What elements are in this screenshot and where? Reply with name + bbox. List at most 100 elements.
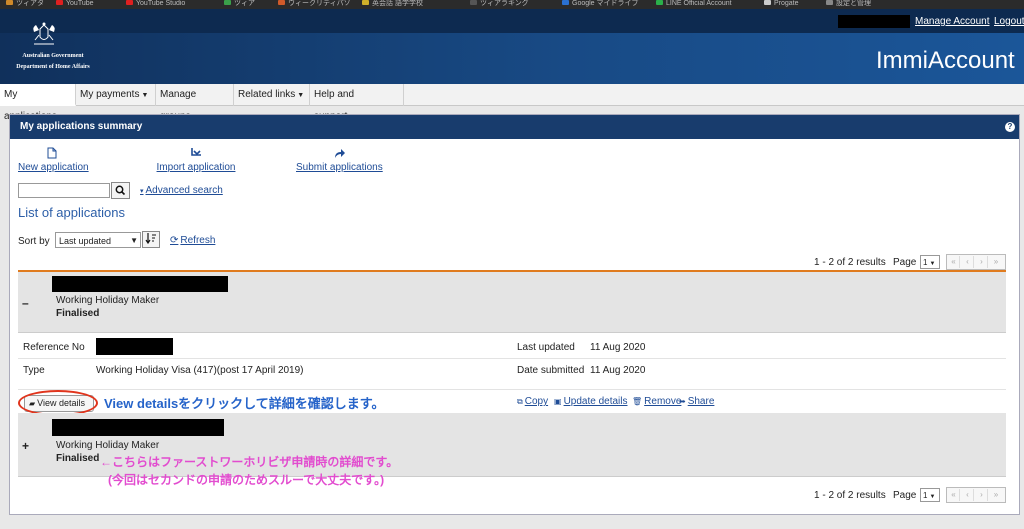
help-icon[interactable]: ? [1005,122,1015,132]
id-card-icon: ▣ [554,397,562,406]
first-page-icon[interactable]: « [948,489,960,501]
logout-link[interactable]: Logout [994,16,1024,27]
copy-icon: ⧉ [517,397,523,406]
chevron-down-icon: ▼ [929,494,936,500]
bookmark-item[interactable]: YouTube [56,0,94,9]
prev-page-icon[interactable]: ‹ [962,256,974,268]
caret-down-icon: ▼ [141,92,149,99]
details-divider [18,358,1006,359]
reference-label: Reference No [23,342,85,353]
details-divider [18,389,1006,390]
results-count: 1 - 2 of 2 results [814,490,886,501]
bookmark-icon [6,0,13,5]
line-icon [656,0,663,5]
annotation-view-details: View detailsをクリックして詳細を確認します。 [104,396,385,411]
bookmarks-bar: ツィアタ YouTube YouTube Studio ツィア ウィークリティパ… [0,0,1024,9]
status-badge: Finalised [56,308,100,319]
bookmark-item[interactable]: Google マイドライブ [562,0,639,9]
page-select[interactable]: 1 ▼ [920,255,940,269]
tab-related-links[interactable]: Related links ▼ [234,84,310,106]
government-name: Australian Government [22,53,84,59]
submit-applications-button[interactable]: Submit applications [296,147,383,173]
last-page-icon[interactable]: » [990,256,1002,268]
app-title: ImmiAccount [876,47,1015,74]
department-name: Department of Home Affairs [16,64,90,70]
sort-select[interactable]: Last updated ▼ [55,232,141,248]
visa-name: Working Holiday Maker [56,440,160,451]
search-input[interactable] [18,183,110,198]
tab-manage-groups[interactable]: Manage groups [156,84,234,122]
new-application-button[interactable]: New application [18,147,89,173]
bookmark-item[interactable]: ツィア [224,0,255,9]
copy-link[interactable]: ⧉ Copy [517,396,548,407]
next-page-icon[interactable]: › [976,256,988,268]
sort-by-label: Sort by [18,236,50,247]
application-row[interactable]: – Working Holiday Maker Finalised [18,272,1006,333]
last-page-icon[interactable]: » [990,489,1002,501]
bookmark-icon [224,0,231,5]
bookmark-item[interactable]: ツィアタ [6,0,44,9]
results-count: 1 - 2 of 2 results [814,257,886,268]
bookmark-icon [362,0,369,5]
search-button[interactable] [111,182,130,199]
annotation-first-visa: ←こちらはファーストワーホリビザ申請時の詳細です。 [100,455,399,469]
type-label: Type [23,365,45,376]
import-arrow-icon [190,148,201,156]
main-nav: My applications My payments▼ Manage grou… [0,84,1024,122]
redacted-user-name [838,15,910,28]
trash-icon: 🗑 [632,397,643,406]
chevron-down-icon: ▼ [130,236,138,245]
redacted-applicant-name [52,276,228,292]
advanced-search-link[interactable]: ▾ Advanced search [140,185,223,196]
refresh-link[interactable]: ⟳ Refresh [170,235,215,246]
redacted-applicant-name [52,419,224,436]
bookmark-item[interactable]: LINE Official Account [656,0,732,9]
tab-help-and-support[interactable]: Help and support▼ [310,84,404,122]
search-icon [115,185,126,196]
sort-descending-icon [145,233,156,245]
progate-icon [764,0,771,5]
last-updated-value: 11 Aug 2020 [590,342,646,353]
share-arrow-icon: ➦ [679,397,686,406]
update-details-link[interactable]: ▣ Update details [554,396,628,407]
page-label: Page [893,257,917,268]
list-title: List of applications [18,205,125,220]
tab-my-applications[interactable]: My applications [0,84,76,122]
page-label: Page [893,490,917,501]
sort-order-button[interactable] [142,231,160,248]
refresh-icon: ⟳ [170,235,179,246]
type-value: Working Holiday Visa (417)(post 17 April… [96,365,304,376]
next-page-icon[interactable]: › [976,489,988,501]
collapse-icon[interactable]: – [22,296,29,310]
bookmark-item[interactable]: YouTube Studio [126,0,185,9]
bookmark-item[interactable]: ツィアラキング [470,0,529,9]
expand-icon[interactable]: + [22,439,29,453]
caret-down-icon: ▼ [297,92,305,99]
date-submitted-label: Date submitted [517,365,585,376]
google-drive-icon [562,0,569,5]
remove-link[interactable]: 🗑 Remove [632,396,681,407]
bookmark-item[interactable]: 設定と管理 [826,0,871,9]
manage-account-link[interactable]: Manage Account [915,16,990,27]
annotation-skip-note: (今回はセカンドの申請のためスルーで大丈夫です。) [108,473,385,487]
pager: « ‹ › » [946,487,1006,503]
bookmark-item[interactable]: Progate [764,0,799,9]
tab-my-payments[interactable]: My payments ▼ [76,84,156,106]
bookmark-icon [278,0,285,5]
panel-title: My applications summary [10,115,1019,139]
chevron-down-icon: ▼ [929,261,936,267]
date-submitted-value: 11 Aug 2020 [590,365,646,376]
first-page-icon[interactable]: « [948,256,960,268]
bookmark-icon [470,0,477,5]
bookmark-item[interactable]: ウィークリティパソ [278,0,351,9]
bookmark-item[interactable]: 英会話 語学学校 [362,0,423,9]
import-application-button[interactable]: Import application [156,147,236,173]
last-updated-label: Last updated [517,342,575,353]
share-link[interactable]: ➦ Share [679,396,714,407]
status-badge: Finalised [56,453,100,464]
youtube-icon [126,0,133,5]
coat-of-arms-icon [33,22,55,45]
youtube-icon [56,0,63,5]
prev-page-icon[interactable]: ‹ [962,489,974,501]
page-select[interactable]: 1 ▼ [920,488,940,502]
